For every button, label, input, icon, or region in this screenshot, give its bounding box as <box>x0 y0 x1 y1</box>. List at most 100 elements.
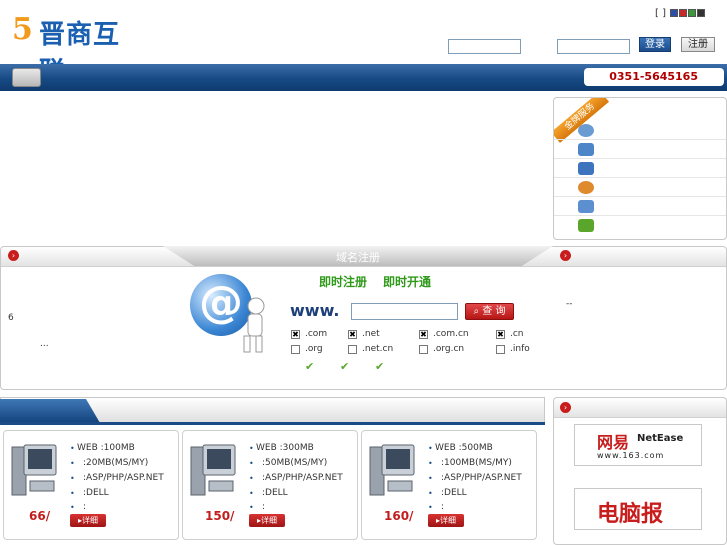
figure-icon <box>243 297 265 353</box>
check-icon: ✔ <box>375 360 385 373</box>
netease-url: www.163.com <box>597 451 665 460</box>
left-text-2: ... <box>40 339 49 349</box>
server-icon <box>190 444 236 496</box>
plan-line: :DELL <box>441 488 467 498</box>
diannaobao-text: 电脑报 <box>597 501 664 527</box>
tld-label: .org <box>305 344 323 354</box>
service-item[interactable] <box>554 197 726 216</box>
lang-brackets: [ ] <box>655 8 666 19</box>
arrow-icon-right: › <box>560 250 571 261</box>
plan-detail-button[interactable]: ▸详细 <box>70 514 106 527</box>
service-item[interactable] <box>554 178 726 197</box>
flag-icon-1[interactable] <box>670 9 679 17</box>
hosting-plan-card: • WEB :300MB • :50MB(MS/MY) • :ASP/PHP/A… <box>182 430 358 540</box>
bullet-icon: • <box>70 459 75 468</box>
monitor-icon <box>578 200 594 213</box>
search-icon: ⌕ <box>473 306 483 317</box>
arrow-icon: › <box>560 402 571 413</box>
language-switcher: [ ] <box>655 8 706 19</box>
partner-panel-header <box>554 398 726 418</box>
login-button[interactable]: 登录 <box>639 37 671 52</box>
hosting-plan-card: • WEB :500MB • :100MB(MS/MY) • :ASP/PHP/… <box>361 430 537 540</box>
tld-label: .org.cn <box>433 344 465 354</box>
tld-label: .info <box>510 344 530 354</box>
detail-label: 详细 <box>440 516 456 525</box>
tld-checkbox-com[interactable]: ✖ <box>291 330 300 339</box>
globe-icon <box>578 143 594 156</box>
plan-detail-button[interactable]: ▸详细 <box>249 514 285 527</box>
check-icon: ✔ <box>340 360 350 373</box>
nav-home-button[interactable] <box>12 68 41 87</box>
bullet-icon: • <box>70 489 75 498</box>
flag-icon-4[interactable] <box>697 9 706 17</box>
plan-line: : <box>262 502 266 512</box>
tld-checkbox-net-cn[interactable] <box>348 345 357 354</box>
domain-query-button[interactable]: ⌕ 查 询 <box>465 303 514 320</box>
hosting-plan-card: • WEB :100MB • :20MB(MS/MY) • :ASP/PHP/A… <box>3 430 179 540</box>
tld-label: .com.cn <box>433 329 469 339</box>
tld-checkbox-org[interactable] <box>291 345 300 354</box>
server-icon <box>369 444 415 496</box>
plan-line: :100MB(MS/MY) <box>441 458 512 468</box>
plan-line: :ASP/PHP/ASP.NET <box>441 473 522 483</box>
plan-price: 150/ <box>205 509 235 523</box>
plan-price: 66/ <box>29 509 51 523</box>
check-icon: ✔ <box>305 360 315 373</box>
domain-search-input[interactable] <box>351 303 458 320</box>
box-icon <box>578 219 594 232</box>
users-icon <box>578 181 594 194</box>
bullet-icon: • <box>70 474 75 483</box>
service-item[interactable] <box>554 159 726 178</box>
plan-line: :DELL <box>262 488 288 498</box>
plan-line: :ASP/PHP/ASP.NET <box>83 473 164 483</box>
www-label: www. <box>290 301 340 320</box>
tld-checkbox-com-cn[interactable]: ✖ <box>419 330 428 339</box>
plan-line: WEB :500MB <box>435 443 493 453</box>
hosting-section: • WEB :100MB • :20MB(MS/MY) • :ASP/PHP/A… <box>0 397 545 545</box>
site-logo[interactable]: 5 晋商互联 <box>12 10 142 87</box>
plan-detail-button[interactable]: ▸详细 <box>428 514 464 527</box>
netease-cn: 网易 <box>597 433 630 452</box>
tld-label: .net <box>362 329 380 339</box>
tld-checkbox-org-cn[interactable] <box>419 345 428 354</box>
plan-line: : <box>441 502 445 512</box>
tld-label: .com <box>305 329 328 339</box>
hosting-tab[interactable] <box>0 399 100 423</box>
tld-checkbox-cn[interactable]: ✖ <box>496 330 505 339</box>
server-icon <box>11 444 57 496</box>
plan-line: : <box>83 502 87 512</box>
diannaobao-logo[interactable]: 电脑报 <box>574 488 702 530</box>
nav-bar: 0351-5645165 <box>0 64 727 91</box>
service-item[interactable] <box>554 140 726 159</box>
computer-icon <box>578 162 594 175</box>
slogan-instant-open: 即时开通 <box>383 275 432 289</box>
flag-icon-3[interactable] <box>688 9 697 17</box>
partner-panel: › 网易 NetEase www.163.com 电脑报 <box>553 397 727 545</box>
register-button[interactable]: 注册 <box>681 37 715 52</box>
right-text: -- <box>566 299 573 309</box>
plan-line: :DELL <box>83 488 109 498</box>
username-input[interactable] <box>448 39 521 54</box>
tld-checkbox-net[interactable]: ✖ <box>348 330 357 339</box>
plan-line: WEB :100MB <box>77 443 135 453</box>
flag-icon-2[interactable] <box>679 9 688 17</box>
plan-price: 160/ <box>384 509 414 523</box>
password-input[interactable] <box>557 39 630 54</box>
logo-five: 5 <box>12 12 33 47</box>
arrow-icon-left: › <box>8 250 19 261</box>
netease-logo[interactable]: 网易 NetEase www.163.com <box>574 424 702 466</box>
domain-title: 域名注册 <box>336 251 380 264</box>
left-text-1: 6 <box>8 313 14 323</box>
service-item[interactable] <box>554 121 726 140</box>
bullet-icon: • <box>428 503 433 512</box>
tld-label: .cn <box>510 329 524 339</box>
detail-label: 详细 <box>82 516 98 525</box>
bullet-icon: • <box>428 444 433 453</box>
bullet-icon: • <box>70 444 75 453</box>
support-icon <box>578 124 594 137</box>
service-panel: 金牌服务 <box>553 97 727 240</box>
service-item[interactable] <box>554 216 726 235</box>
domain-section: 域名注册 › › 6 ... -- @ 即时注册 即时开通 www. ⌕ 查 询… <box>0 246 727 390</box>
tld-label: .net.cn <box>362 344 394 354</box>
tld-checkbox-info[interactable] <box>496 345 505 354</box>
